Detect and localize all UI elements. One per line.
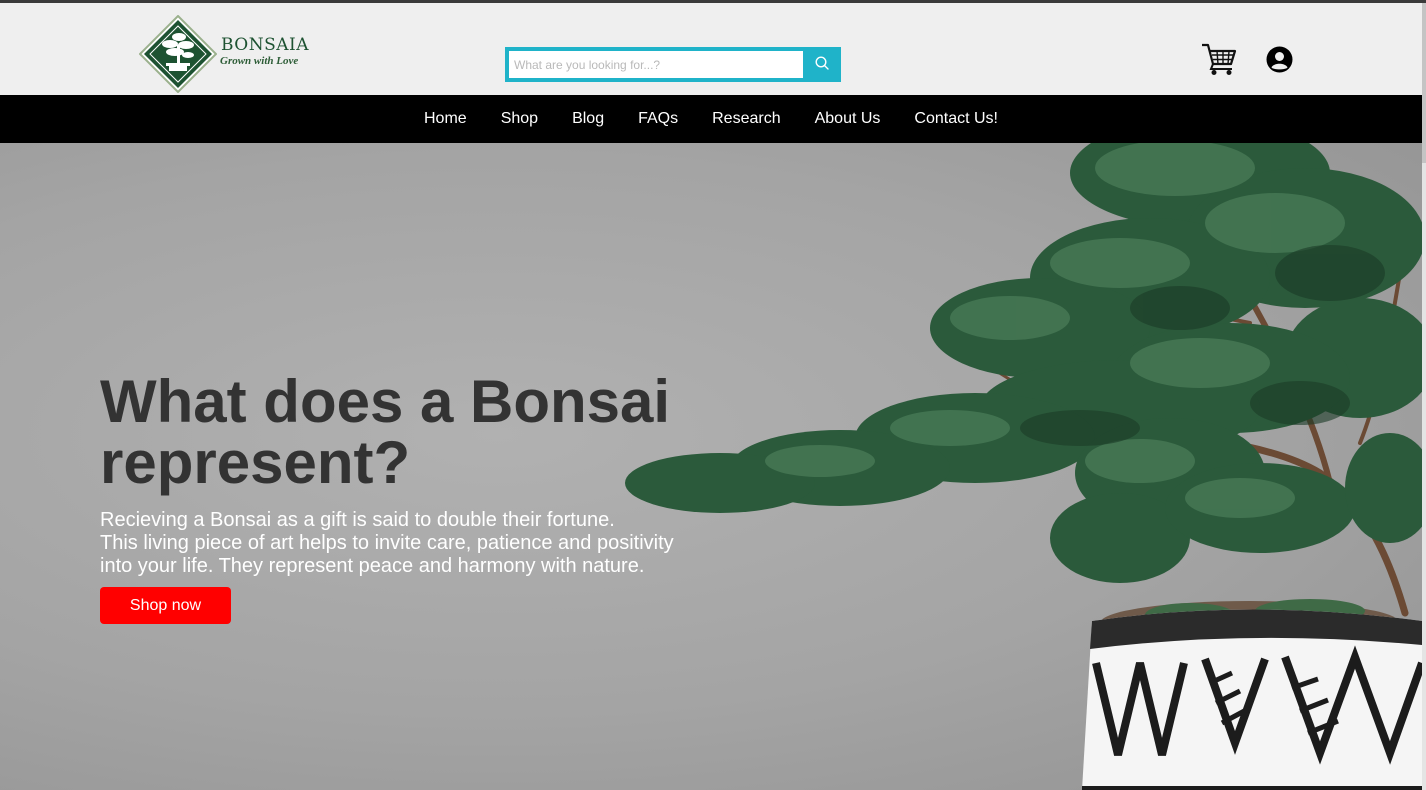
- nav-link-research[interactable]: Research: [695, 95, 797, 143]
- shop-now-button[interactable]: Shop now: [100, 587, 231, 624]
- nav-item-shop: Shop: [484, 95, 555, 143]
- nav-item-blog: Blog: [555, 95, 621, 143]
- search-button[interactable]: [805, 49, 839, 80]
- hero-line-3: into your life. They represent peace and…: [100, 555, 645, 577]
- nav-link-shop[interactable]: Shop: [484, 95, 555, 143]
- user-account-icon[interactable]: [1266, 46, 1293, 73]
- nav-link-home[interactable]: Home: [407, 95, 484, 143]
- search-bar: [505, 47, 841, 82]
- hero-banner: What does a Bonsai represent? Recieving …: [0, 143, 1422, 790]
- scrollbar-thumb[interactable]: [1422, 3, 1426, 163]
- hero-line-2: This living piece of art helps to invite…: [100, 532, 674, 554]
- site-header: BONSAIA Grown with Love: [0, 3, 1422, 95]
- nav-item-home: Home: [407, 95, 484, 143]
- brand-tagline: Grown with Love: [220, 55, 299, 67]
- brand-logo-link[interactable]: BONSAIA Grown with Love: [139, 15, 309, 93]
- nav-link-faqs[interactable]: FAQs: [621, 95, 695, 143]
- search-icon: [815, 56, 829, 70]
- page-scrollbar[interactable]: [1422, 3, 1426, 790]
- nav-link-contact-us[interactable]: Contact Us!: [897, 95, 1015, 143]
- hero-title: What does a Bonsai represent?: [100, 368, 671, 496]
- nav-item-research: Research: [695, 95, 797, 143]
- brand-name: BONSAIA: [221, 35, 310, 55]
- nav-list: Home Shop Blog FAQs Research About Us Co…: [407, 95, 1015, 143]
- nav-item-about-us: About Us: [798, 95, 898, 143]
- hero-line-1: Recieving a Bonsai as a gift is said to …: [100, 509, 615, 531]
- search-input[interactable]: [509, 51, 803, 78]
- nav-link-about-us[interactable]: About Us: [798, 95, 898, 143]
- shopping-cart-icon[interactable]: [1201, 42, 1237, 76]
- nav-item-contact-us: Contact Us!: [897, 95, 1015, 143]
- hero-description: Recieving a Bonsai as a gift is said to …: [100, 509, 700, 578]
- nav-link-blog[interactable]: Blog: [555, 95, 621, 143]
- nav-item-faqs: FAQs: [621, 95, 695, 143]
- main-navigation: Home Shop Blog FAQs Research About Us Co…: [0, 95, 1422, 143]
- bonsai-tree-logo-icon: [139, 15, 217, 93]
